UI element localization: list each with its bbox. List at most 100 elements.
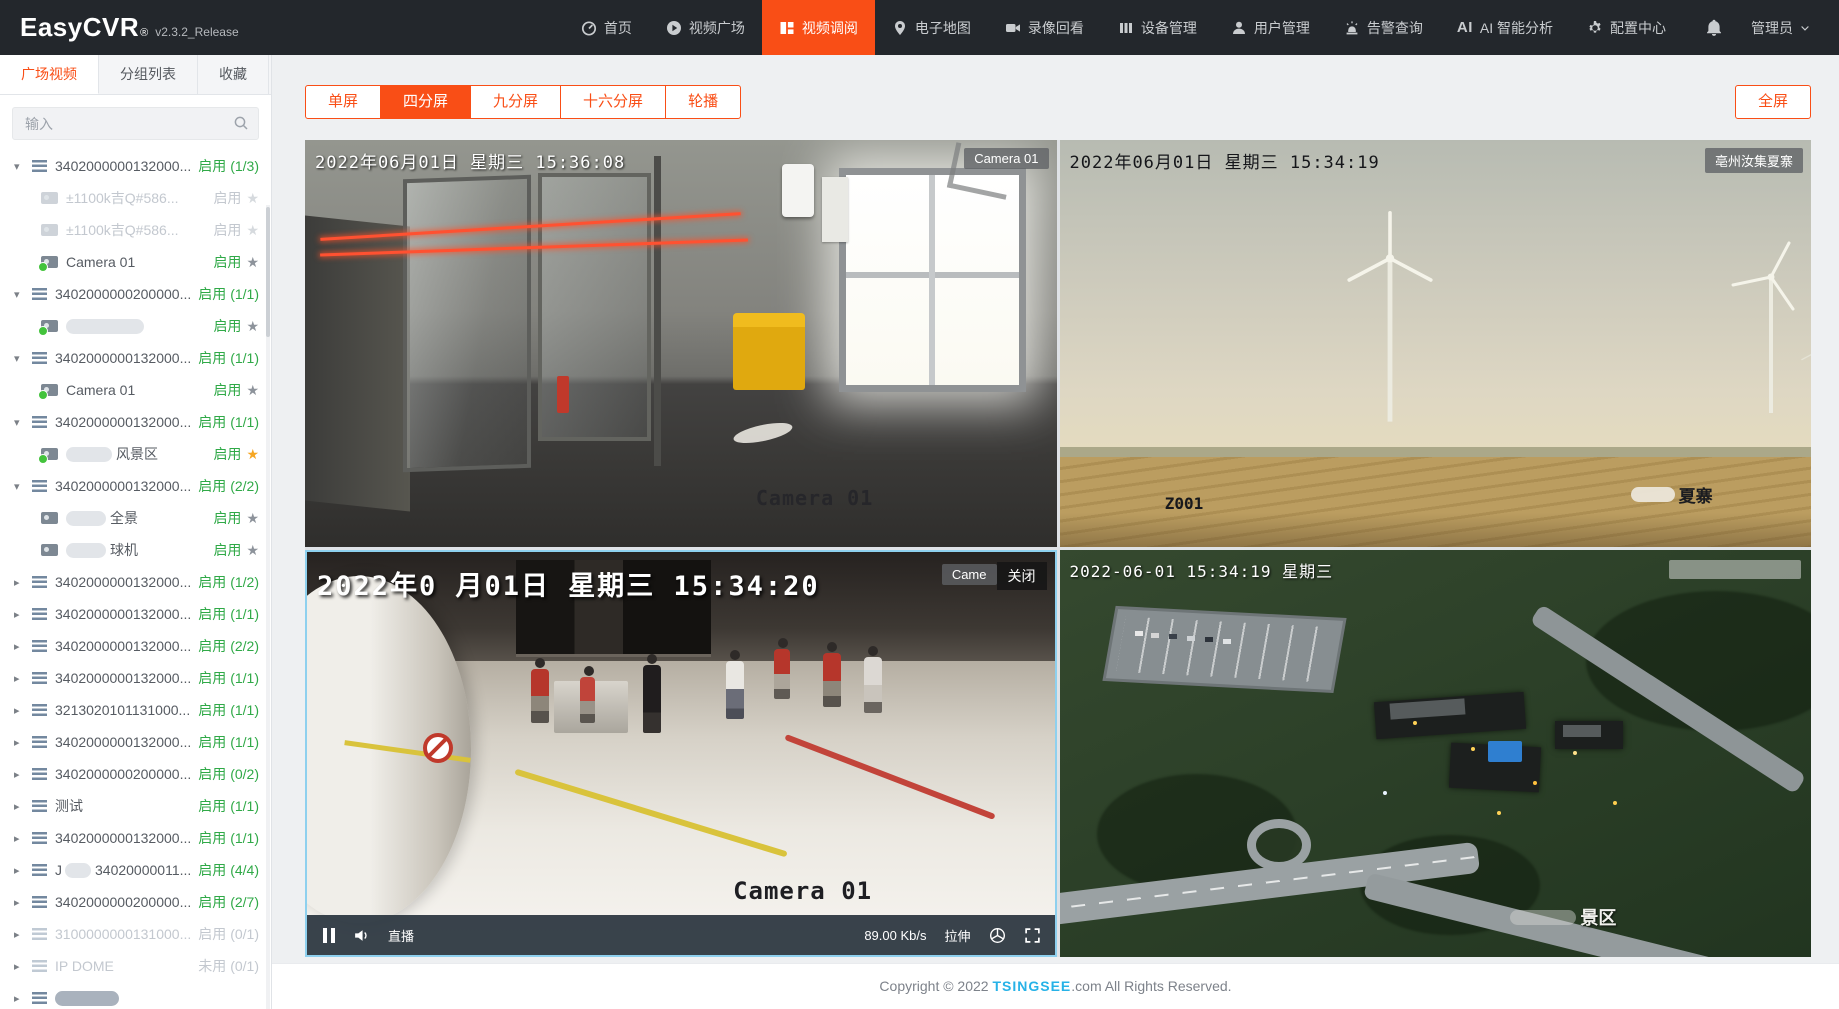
gear-icon [1587,20,1603,36]
tree-group[interactable]: IP DOME未用(0/1) [0,950,271,982]
layout-nine-button[interactable]: 九分屏 [470,85,561,119]
nav-config[interactable]: 配置中心 [1570,0,1683,55]
layout-quad-button[interactable]: 四分屏 [380,85,471,119]
favorite-star-icon[interactable] [246,510,259,527]
expand-arrow-icon[interactable] [14,736,28,749]
tree-camera[interactable]: ±1100k吉Q#586...启用 [0,182,271,214]
expand-arrow-icon[interactable] [14,288,28,301]
expand-arrow-icon[interactable] [14,960,28,973]
user-menu[interactable]: 管理员 [1745,0,1839,55]
layout-single-button[interactable]: 单屏 [305,85,381,119]
pause-button[interactable] [323,928,335,943]
tree-group[interactable]: 3213020101131000...启用(1/1) [0,694,271,726]
expand-arrow-icon[interactable] [14,576,28,589]
layout-carousel-button[interactable]: 轮播 [665,85,741,119]
bitrate-label: 89.00 Kb/s [864,928,926,943]
expand-arrow-icon[interactable] [14,992,28,1005]
expand-arrow-icon[interactable] [14,352,28,365]
expand-arrow-icon[interactable] [14,416,28,429]
tree-camera[interactable]: 球机启用 [0,534,271,566]
favorite-star-icon[interactable] [246,542,259,559]
nav-video-review[interactable]: 视频调阅 [762,0,875,55]
favorite-star-icon[interactable] [246,382,259,399]
main-nav: 首页 视频广场 视频调阅 电子地图 录像回看 设备管理 用户管理 告警查询 AI… [564,0,1683,55]
tree-group[interactable]: 3402000000200000...启用(1/1) [0,278,271,310]
favorite-star-icon[interactable] [246,254,259,271]
layout-sixteen-button[interactable]: 十六分屏 [560,85,666,119]
nav-ai-analysis[interactable]: AIAI 智能分析 [1440,0,1570,55]
video-cell-3[interactable]: 2022年0 月01日 星期三 15:34:20 Came 关闭 Camera … [305,550,1057,957]
sidebar-scrollbar-thumb[interactable] [266,207,270,337]
tree-camera[interactable]: ±1100k吉Q#586...启用 [0,214,271,246]
favorite-star-icon[interactable] [246,318,259,335]
favorite-star-icon[interactable] [246,446,259,463]
fullscreen-button[interactable]: 全屏 [1735,85,1811,119]
nav-users[interactable]: 用户管理 [1214,0,1327,55]
video-cell-4[interactable]: 2022-06-01 15:34:19 星期三 景区 [1060,550,1812,957]
bell-icon [1705,19,1723,37]
search-input[interactable] [12,107,259,140]
tree-group[interactable]: 3402000000132000...启用(1/1) [0,406,271,438]
tree-group[interactable]: 3402000000200000...启用(2/7) [0,886,271,918]
nav-devices[interactable]: 设备管理 [1101,0,1214,55]
expand-arrow-icon[interactable] [14,896,28,909]
tree-group[interactable]: J34020000011...启用(4/4) [0,854,271,886]
tree-group[interactable]: 测试启用(1/1) [0,790,271,822]
device-group-icon [32,416,47,428]
expand-arrow-icon[interactable] [14,160,28,173]
tree-group[interactable]: 3402000000132000...启用(2/2) [0,470,271,502]
nav-video-square[interactable]: 视频广场 [649,0,762,55]
tree-group[interactable]: 3402000000132000...启用(1/1) [0,822,271,854]
tree-group[interactable]: 3402000000132000...启用(1/1) [0,662,271,694]
tab-group-list[interactable]: 分组列表 [99,55,198,94]
expand-arrow-icon[interactable] [14,480,28,493]
video-cell-2[interactable]: 2022年06月01日 星期三 15:34:19 亳州汝集夏寨 Z001 夏寨 [1060,140,1812,547]
tree-camera[interactable]: Camera 01启用 [0,246,271,278]
tree-camera[interactable]: 启用 [0,310,271,342]
tree-camera[interactable]: Camera 01启用 [0,374,271,406]
tab-favorites[interactable]: 收藏 [198,55,269,94]
expand-arrow-icon[interactable] [14,640,28,653]
device-group-icon [32,960,47,972]
expand-arrow-icon[interactable] [14,608,28,621]
tab-square-video[interactable]: 广场视频 [0,55,99,94]
tree-group[interactable]: 3402000000132000...启用(2/2) [0,630,271,662]
nav-map[interactable]: 电子地图 [875,0,988,55]
tree-group[interactable]: 3402000000132000...启用(1/1) [0,726,271,758]
nav-alarms[interactable]: 告警查询 [1327,0,1440,55]
aperture-icon[interactable] [989,927,1006,944]
stretch-toggle[interactable]: 拉伸 [944,926,970,945]
tree-camera[interactable]: 风景区启用 [0,438,271,470]
expand-arrow-icon[interactable] [14,928,28,941]
tree-group[interactable]: 3402000000132000...启用(1/1) [0,342,271,374]
chevron-down-icon [1799,22,1811,34]
tree-group[interactable] [0,982,271,1009]
tree-group[interactable]: 3402000000200000...启用(0/2) [0,758,271,790]
close-stream-button[interactable]: 关闭 [997,562,1047,590]
expand-arrow-icon[interactable] [14,832,28,845]
favorite-star-icon[interactable] [246,222,259,239]
player-fullscreen-button[interactable] [1024,927,1041,944]
search-icon[interactable] [233,115,249,131]
tree-group[interactable]: 3402000000132000...启用(1/2) [0,566,271,598]
favorite-star-icon[interactable] [246,190,259,207]
expand-arrow-icon[interactable] [14,864,28,877]
tree-group[interactable]: 3402000000132000...启用(1/1) [0,598,271,630]
device-sidebar: 广场视频 分组列表 收藏 3402000000132000...启用(1/3) … [0,55,272,1009]
expand-arrow-icon[interactable] [14,704,28,717]
tree-group[interactable]: 3100000000131000...启用(0/1) [0,918,271,950]
tree-group[interactable]: 3402000000132000...启用(1/3) [0,150,271,182]
osd-watermark: Camera 01 [756,486,873,510]
volume-icon[interactable] [353,927,370,944]
expand-arrow-icon[interactable] [14,672,28,685]
video-cell-1[interactable]: 2022年06月01日 星期三 15:36:08 Camera 01 Camer… [305,140,1057,547]
layout-toolbar: 单屏 四分屏 九分屏 十六分屏 轮播 全屏 [305,85,1811,119]
notifications-bell-button[interactable] [1683,0,1745,55]
expand-arrow-icon[interactable] [14,800,28,813]
expand-arrow-icon[interactable] [14,768,28,781]
nav-home[interactable]: 首页 [564,0,649,55]
nav-playback[interactable]: 录像回看 [988,0,1101,55]
redacted-name [66,543,106,558]
tree-camera[interactable]: 全景启用 [0,502,271,534]
redacted-overlay [1510,910,1576,925]
